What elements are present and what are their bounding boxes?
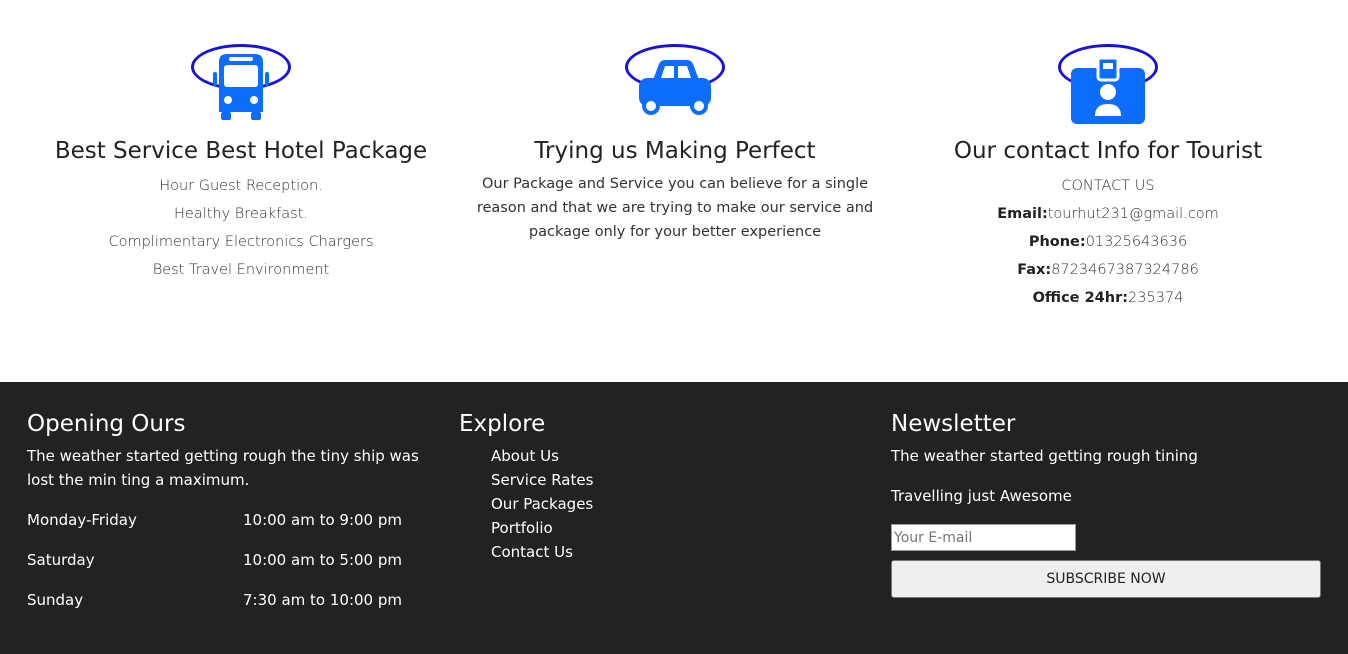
site-footer: Opening Ours The weather started getting… <box>0 382 1348 654</box>
contact-fax: Fax:8723467387324786 <box>908 256 1308 284</box>
newsletter-text-2: Travelling just Awesome <box>891 487 1072 505</box>
footer-heading: Newsletter <box>891 411 1016 437</box>
hours-day: Sunday <box>27 591 84 609</box>
car-icon <box>639 60 711 115</box>
feature-description: Our Package and Service you can believe … <box>476 176 874 240</box>
hours-row: Saturday 10:00 am to 5:00 pm <box>27 548 437 588</box>
newsletter-text: The weather started getting rough tining <box>891 447 1198 465</box>
bus-icon <box>213 54 269 120</box>
hours-row: Monday-Friday 10:00 am to 9:00 pm <box>27 508 437 548</box>
feature-line: Best Travel Environment <box>152 262 330 278</box>
contact-label: Email: <box>997 206 1048 222</box>
contact-office: Office 24hr:235374 <box>908 284 1308 312</box>
feature-line: Complimentary Electronics Chargers <box>108 234 374 250</box>
footer-opening-hours: Opening Ours The weather started getting… <box>27 410 437 628</box>
footer-text: The weather started getting rough the ti… <box>27 447 419 489</box>
contact-label: Phone: <box>1028 234 1086 250</box>
contact-phone: Phone:01325643636 <box>908 228 1308 256</box>
footer-heading: Explore <box>459 411 546 437</box>
contact-email: Email:tourhut231@gmail.com <box>908 200 1308 228</box>
explore-link-contact[interactable]: Contact Us <box>491 540 859 564</box>
feature-title: Our contact Info for Tourist <box>953 138 1263 164</box>
contact-label: Office 24hr: <box>1032 290 1129 306</box>
contact-value: tourhut231@gmail.com <box>1047 206 1219 222</box>
footer-heading: Opening Ours <box>27 411 186 437</box>
hours-time: 10:00 am to 9:00 pm <box>243 511 402 529</box>
hours-table: Monday-Friday 10:00 am to 9:00 pm Saturd… <box>27 508 437 628</box>
id-badge-icon <box>1071 56 1145 124</box>
hours-row: Sunday 7:30 am to 10:00 pm <box>27 588 437 628</box>
feature-line: Hour Guest Reception. <box>159 178 323 194</box>
contact-value: 01325643636 <box>1085 234 1188 250</box>
explore-link-about[interactable]: About Us <box>491 444 859 468</box>
hours-day: Saturday <box>27 551 95 569</box>
features-section: Best Service Best Hotel Package Hour Gue… <box>0 0 1348 382</box>
feature-icon-wrap <box>625 44 725 124</box>
contact-heading: CONTACT US <box>1061 178 1155 194</box>
explore-link-packages[interactable]: Our Packages <box>491 492 859 516</box>
subscribe-button[interactable]: SUBSCRIBE NOW <box>891 560 1321 598</box>
explore-link-portfolio[interactable]: Portfolio <box>491 516 859 540</box>
contact-value: 8723467387324786 <box>1051 262 1199 278</box>
contact-list: CONTACT US Email:tourhut231@gmail.com Ph… <box>908 172 1308 312</box>
footer-newsletter: Newsletter The weather started getting r… <box>891 410 1321 598</box>
feature-list: Hour Guest Reception. Healthy Breakfast.… <box>41 172 441 284</box>
feature-icon-wrap <box>1058 44 1158 124</box>
newsletter-email-input[interactable] <box>891 524 1076 551</box>
feature-title: Trying us Making Perfect <box>534 138 816 164</box>
hours-day: Monday-Friday <box>27 511 137 529</box>
contact-value: 235374 <box>1128 290 1184 306</box>
explore-link-rates[interactable]: Service Rates <box>491 468 859 492</box>
feature-hotel-package: Best Service Best Hotel Package Hour Gue… <box>41 44 441 284</box>
hours-time: 10:00 am to 5:00 pm <box>243 551 402 569</box>
feature-title: Best Service Best Hotel Package <box>54 138 428 164</box>
contact-label: Fax: <box>1017 262 1052 278</box>
feature-making-perfect: Trying us Making Perfect Our Package and… <box>458 44 892 244</box>
explore-links: About Us Service Rates Our Packages Port… <box>459 444 859 564</box>
feature-line: Healthy Breakfast. <box>174 206 308 222</box>
footer-explore: Explore About Us Service Rates Our Packa… <box>459 410 859 564</box>
feature-contact-info: Our contact Info for Tourist CONTACT US … <box>908 44 1308 312</box>
feature-icon-wrap <box>191 44 291 124</box>
hours-time: 7:30 am to 10:00 pm <box>243 591 402 609</box>
